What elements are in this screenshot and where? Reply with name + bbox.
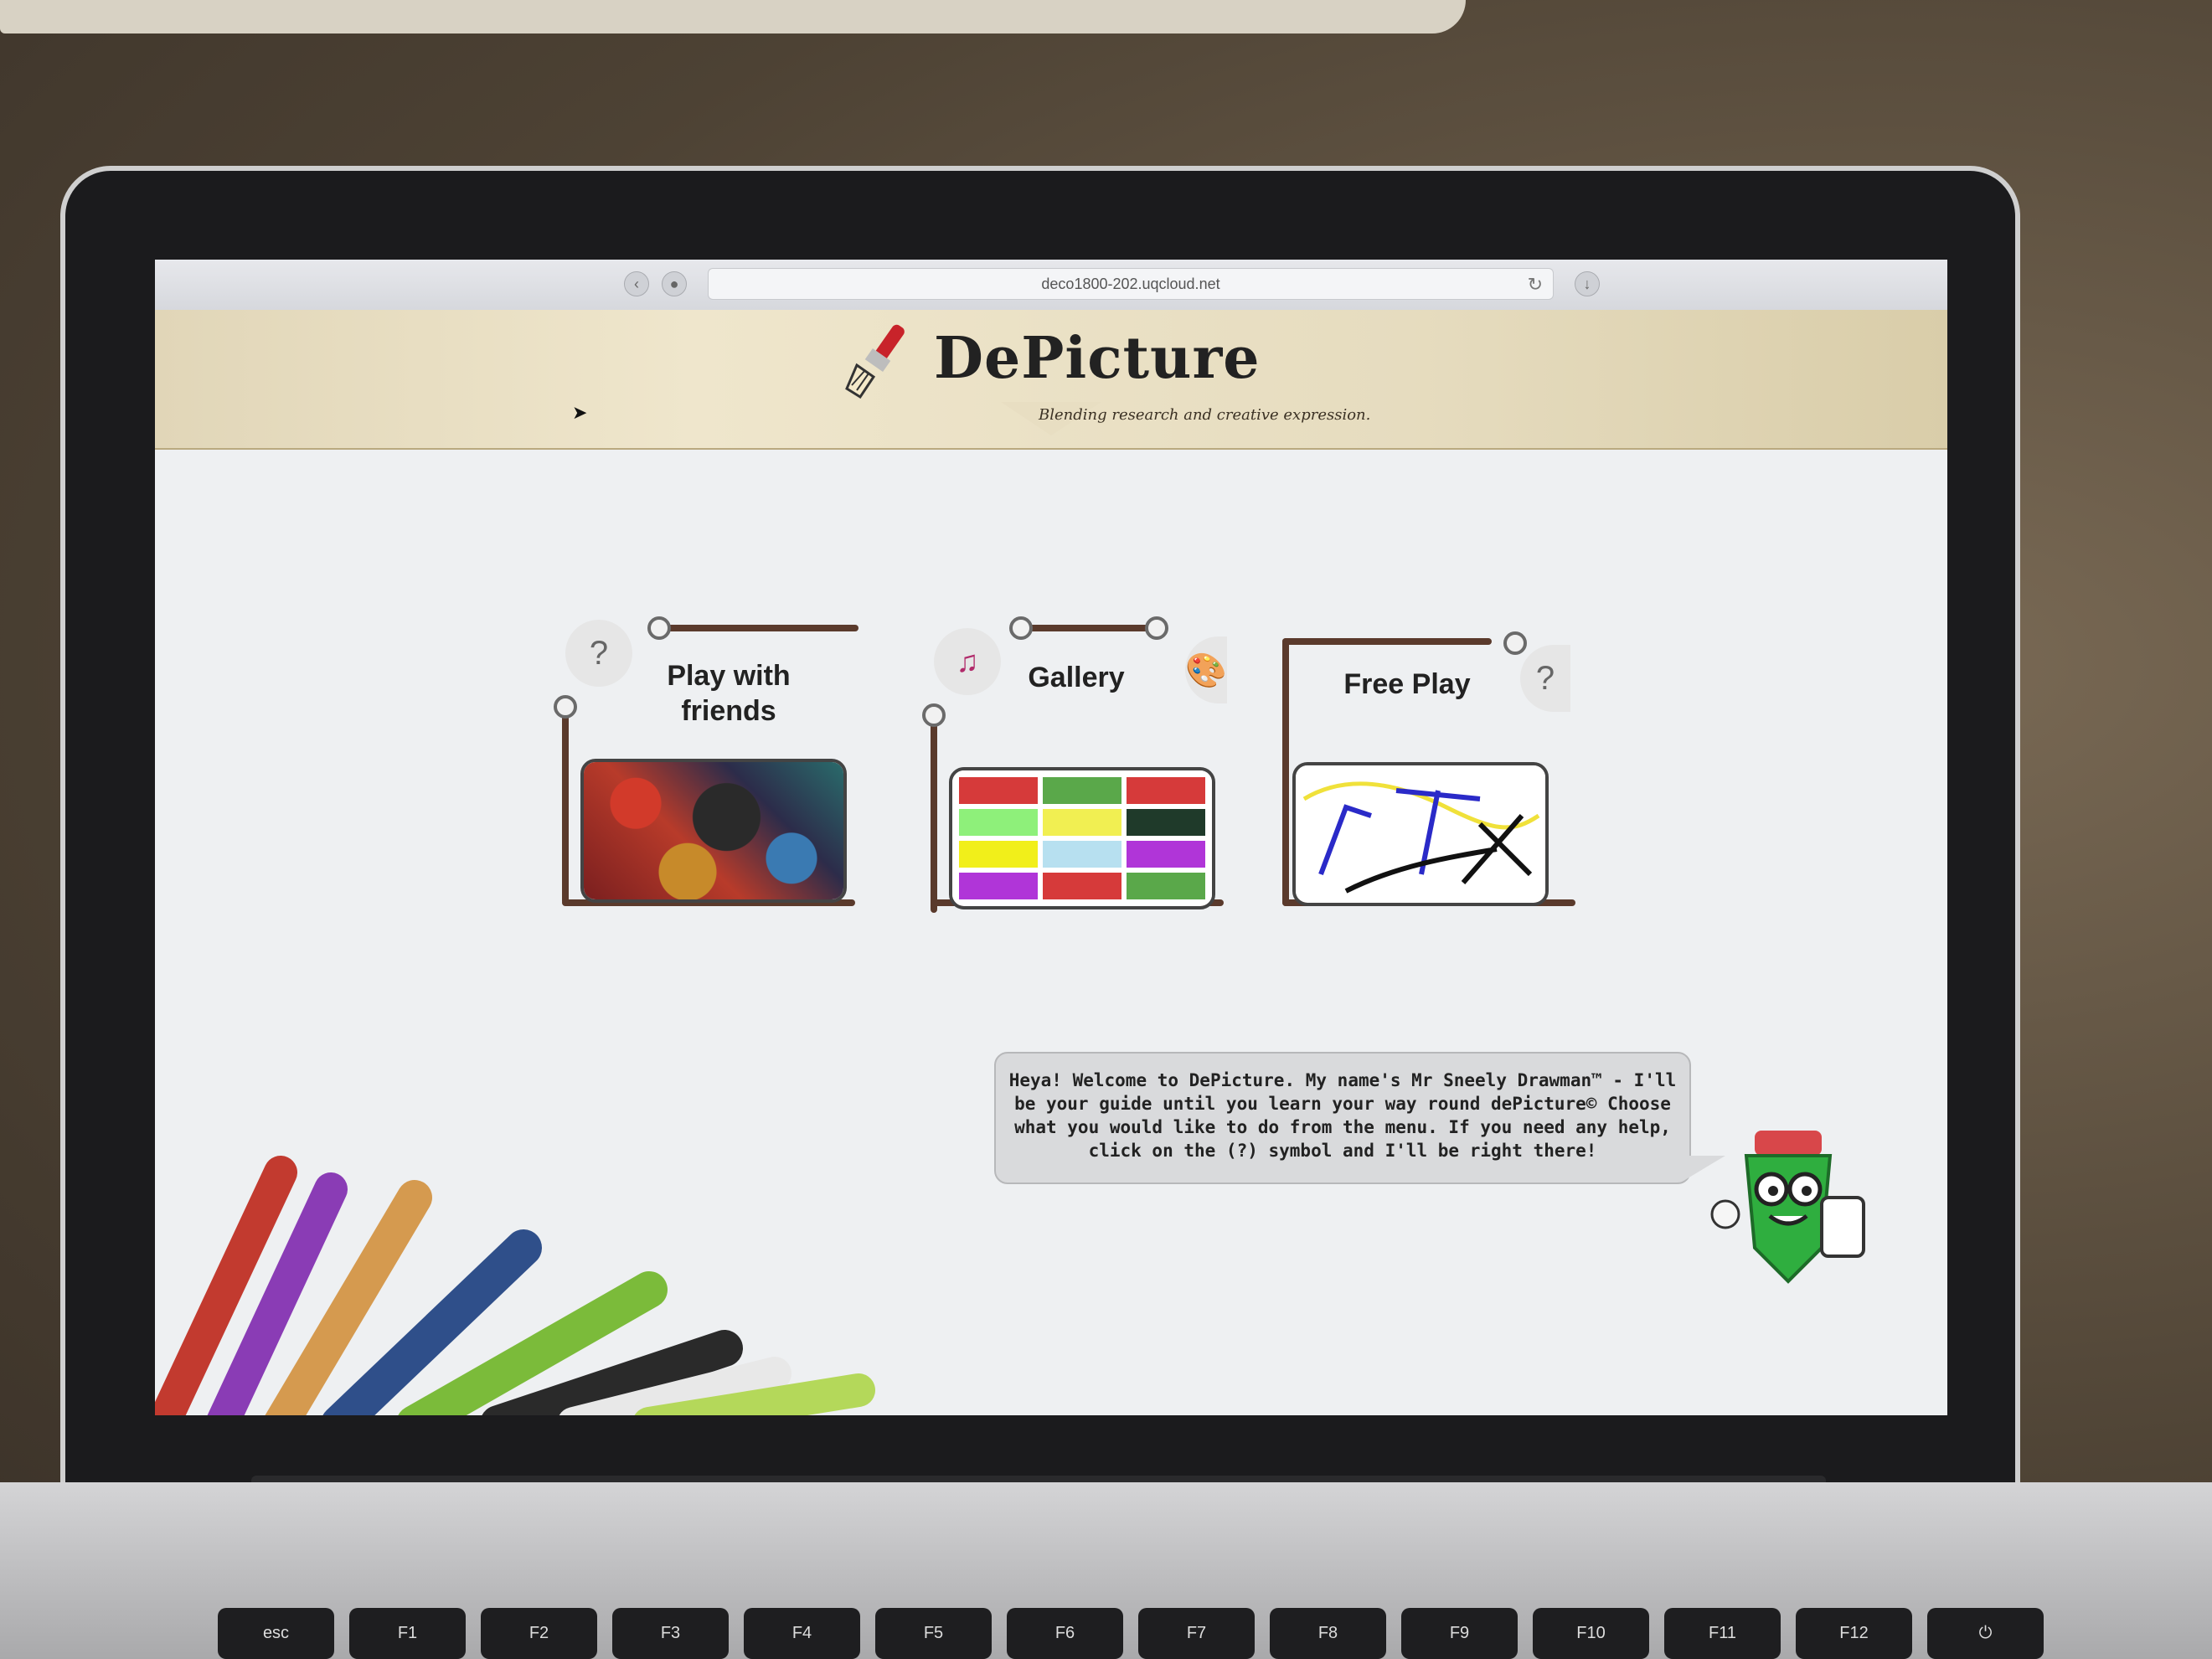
keyboard-key[interactable]: F11 — [1664, 1608, 1781, 1659]
keyboard-key[interactable]: ⏻ — [1927, 1608, 2044, 1659]
keyboard-key[interactable]: F7 — [1138, 1608, 1255, 1659]
logo[interactable]: DePicture — [842, 317, 1261, 400]
help-icon[interactable]: ? — [1520, 645, 1570, 712]
gallery-swatch — [1127, 841, 1205, 868]
gallery-swatch — [1043, 777, 1121, 804]
gallery-swatch — [1043, 809, 1121, 836]
function-key-row: esc F1 F2 F3 F4 F5 F6 F7 F8 F9 F10 F11 F12 ⏻ — [218, 1608, 2044, 1659]
keyboard-key[interactable]: esc — [218, 1608, 334, 1659]
keyboard-key[interactable]: F5 — [875, 1608, 992, 1659]
gallery-swatch — [1127, 873, 1205, 899]
download-icon[interactable]: ↓ — [1575, 271, 1600, 296]
gallery-swatch — [1127, 777, 1205, 804]
shield-icon[interactable]: ● — [662, 271, 687, 296]
url-text: deco1800-202.uqcloud.net — [1041, 275, 1220, 292]
gallery-swatch — [1043, 873, 1121, 899]
pencil-mascot-icon[interactable] — [1704, 1122, 1872, 1290]
paintbrush-icon — [842, 317, 926, 400]
mouse-cursor-icon: ➤ — [572, 402, 588, 423]
keyboard-key[interactable]: F12 — [1796, 1608, 1912, 1659]
table-top — [0, 0, 1466, 33]
back-icon[interactable]: ‹ — [624, 271, 649, 296]
keyboard-key[interactable]: F1 — [349, 1608, 466, 1659]
play-with-friends-thumbnail — [580, 759, 847, 903]
gallery-swatch — [1043, 841, 1121, 868]
guide-speech-bubble: Heya! Welcome to DePicture. My name's Mr… — [994, 1052, 1691, 1184]
gallery-swatch — [959, 841, 1038, 868]
gallery-card[interactable]: ♫ 🎨 Gallery — [922, 611, 1227, 913]
free-play-card[interactable]: ? Free Play — [1277, 611, 1579, 913]
keyboard-key[interactable]: F4 — [744, 1608, 860, 1659]
reload-icon[interactable]: ↻ — [1528, 274, 1543, 296]
gallery-thumbnail — [949, 767, 1215, 909]
address-bar[interactable]: deco1800-202.uqcloud.net ↻ — [708, 268, 1554, 300]
tagline: Blending research and creative expressio… — [1039, 406, 1371, 424]
play-with-friends-title: Play with friends — [667, 660, 791, 727]
keyboard-key[interactable]: F8 — [1270, 1608, 1386, 1659]
keyboard-key[interactable]: F9 — [1401, 1608, 1518, 1659]
keyboard-key[interactable]: F10 — [1533, 1608, 1649, 1659]
gallery-swatch — [959, 809, 1038, 836]
palette-icon: 🎨 — [1185, 636, 1227, 703]
free-play-thumbnail — [1292, 762, 1549, 906]
browser-toolbar: ‹ ● deco1800-202.uqcloud.net ↻ ↓ — [155, 260, 1947, 311]
brand-name: DePicture — [934, 325, 1261, 392]
music-note-icon: ♫ — [934, 628, 1001, 695]
keyboard-key[interactable]: F3 — [612, 1608, 729, 1659]
gallery-swatch — [1127, 809, 1205, 836]
play-with-friends-card[interactable]: ? Play with friends — [554, 611, 859, 913]
help-icon[interactable]: ? — [565, 620, 632, 687]
gallery-title: Gallery — [1028, 662, 1125, 693]
keyboard-key[interactable]: F2 — [481, 1608, 597, 1659]
free-play-title: Free Play — [1343, 668, 1471, 700]
gallery-swatch — [959, 777, 1038, 804]
gallery-swatch — [959, 873, 1038, 899]
screen: ‹ ● deco1800-202.uqcloud.net ↻ ↓ DePictu… — [155, 260, 1947, 1415]
keyboard-key[interactable]: F6 — [1007, 1608, 1123, 1659]
colored-pencils-decoration — [155, 1147, 976, 1415]
